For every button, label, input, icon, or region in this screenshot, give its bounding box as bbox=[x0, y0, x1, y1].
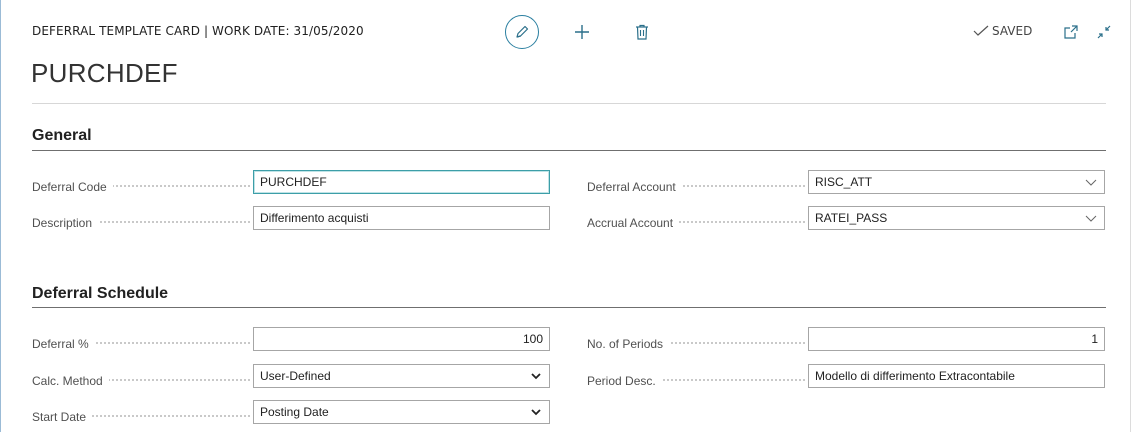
description-value: Differimento acquisti bbox=[260, 211, 369, 225]
period-desc-value: Modello di differimento Extracontabile bbox=[815, 369, 1015, 383]
section-title-general: General bbox=[32, 127, 92, 144]
no-of-periods-label: No. of Periods bbox=[587, 333, 805, 351]
deferral-pct-field[interactable]: 100 bbox=[253, 327, 550, 351]
start-date-select[interactable]: Posting Date bbox=[253, 400, 550, 424]
deferral-account-value: RISC_ATT bbox=[815, 175, 873, 189]
deferral-code-value: PURCHDEF bbox=[260, 175, 327, 189]
section-divider-general bbox=[32, 150, 1106, 151]
section-divider-deferral-schedule bbox=[32, 307, 1106, 308]
calc-method-select[interactable]: User-Defined bbox=[253, 364, 550, 388]
chevron-down-icon bbox=[531, 373, 541, 380]
accrual-account-label: Accrual Account bbox=[587, 212, 805, 230]
delete-icon bbox=[636, 24, 648, 40]
section-title-deferral-schedule: Deferral Schedule bbox=[32, 285, 169, 302]
no-of-periods-field[interactable]: 1 bbox=[808, 327, 1105, 351]
new-button[interactable] bbox=[570, 20, 594, 44]
edit-icon bbox=[516, 25, 529, 38]
record-name: PURCHDEF bbox=[31, 58, 178, 88]
check-icon bbox=[973, 25, 989, 36]
chevron-down-icon[interactable] bbox=[1084, 211, 1098, 225]
start-date-value: Posting Date bbox=[260, 405, 329, 419]
calc-method-label: Calc. Method bbox=[32, 370, 250, 388]
calc-method-value: User-Defined bbox=[260, 369, 331, 383]
period-desc-label: Period Desc. bbox=[587, 370, 805, 388]
deferral-account-label: Deferral Account bbox=[587, 176, 805, 194]
period-desc-field[interactable]: Modello di differimento Extracontabile bbox=[808, 364, 1105, 388]
accrual-account-field[interactable]: RATEI_PASS bbox=[808, 206, 1105, 230]
edit-button[interactable] bbox=[505, 15, 539, 49]
chevron-down-icon bbox=[531, 409, 541, 416]
collapse-icon[interactable] bbox=[1096, 24, 1112, 40]
no-of-periods-value: 1 bbox=[1091, 332, 1098, 346]
page-title: DEFERRAL TEMPLATE CARD | WORK DATE: 31/0… bbox=[32, 24, 364, 38]
deferral-pct-label: Deferral % bbox=[32, 333, 250, 351]
description-field[interactable]: Differimento acquisti bbox=[253, 206, 550, 230]
deferral-account-field[interactable]: RISC_ATT bbox=[808, 170, 1105, 194]
description-label: Description bbox=[32, 212, 250, 230]
saved-status: SAVED bbox=[973, 24, 1032, 38]
plus-icon bbox=[575, 25, 589, 39]
start-date-label: Start Date bbox=[32, 406, 250, 424]
deferral-code-label: Deferral Code bbox=[32, 176, 250, 194]
saved-status-label: SAVED bbox=[992, 24, 1033, 38]
chevron-down-icon[interactable] bbox=[1084, 175, 1098, 189]
header-divider bbox=[32, 103, 1106, 104]
deferral-pct-value: 100 bbox=[522, 332, 543, 346]
open-new-window-icon[interactable] bbox=[1063, 24, 1079, 40]
delete-button[interactable] bbox=[630, 20, 654, 44]
accrual-account-value: RATEI_PASS bbox=[815, 211, 888, 225]
deferral-code-field[interactable]: PURCHDEF bbox=[253, 170, 550, 194]
